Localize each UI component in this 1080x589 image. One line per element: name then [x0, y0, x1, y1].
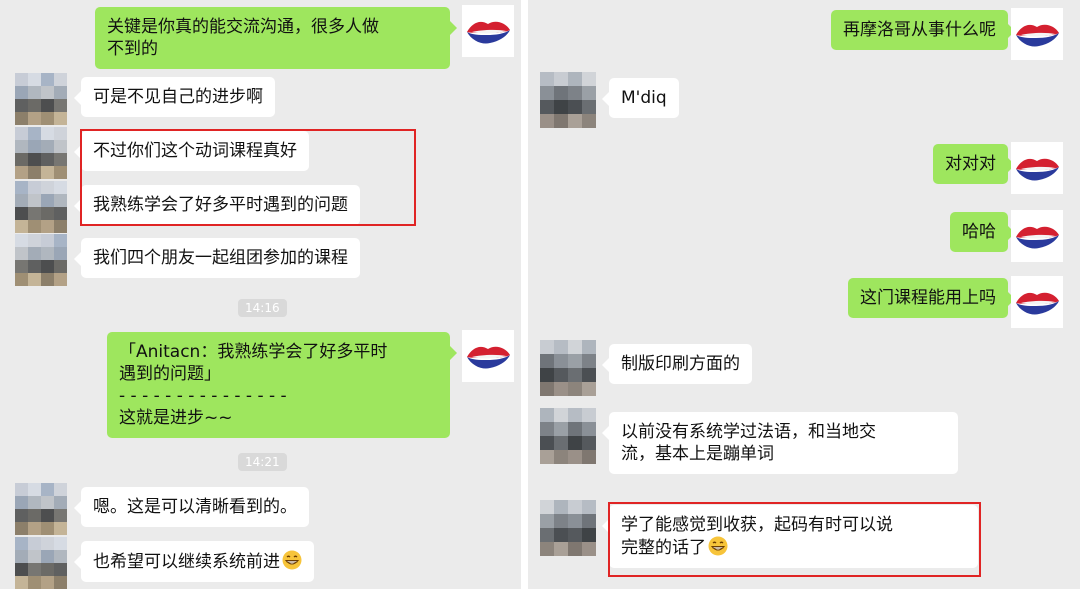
avatar[interactable] — [540, 72, 596, 128]
avatar[interactable] — [540, 500, 596, 556]
right-chat-panel: 再摩洛哥从事什么呢 M'diq 对对对 哈哈 这门课程能用上吗 制版印刷方面的 … — [528, 0, 1080, 589]
message-bubble[interactable]: 再摩洛哥从事什么呢 — [831, 10, 1015, 50]
message-bubble[interactable]: 「Anitacn：我熟练学会了好多平时 遇到的问题」 - - - - - - -… — [107, 332, 457, 438]
avatar[interactable] — [15, 127, 67, 179]
message-text: 也希望可以继续系统前进 — [93, 552, 280, 572]
message-bubble[interactable]: M'diq — [602, 78, 679, 118]
lips-icon[interactable] — [1011, 276, 1063, 328]
lips-icon[interactable] — [1011, 210, 1063, 262]
message-bubble[interactable]: 可是不见自己的进步啊 — [74, 77, 275, 117]
message-bubble[interactable]: 哈哈 — [950, 212, 1015, 252]
avatar[interactable] — [15, 483, 67, 535]
message-bubble[interactable]: 制版印刷方面的 — [602, 344, 752, 384]
avatar[interactable] — [15, 73, 67, 125]
lips-icon[interactable] — [462, 330, 514, 382]
highlight-box — [608, 502, 981, 577]
message-bubble[interactable]: 嗯。这是可以清晰看到的。 — [74, 487, 309, 527]
message-bubble[interactable]: 也希望可以继续系统前进 — [74, 541, 314, 582]
message-bubble[interactable]: 关键是你真的能交流沟通，很多人做 不到的 — [95, 7, 457, 69]
timestamp: 14:21 — [238, 453, 287, 471]
message-bubble[interactable]: 这门课程能用上吗 — [848, 278, 1015, 318]
avatar[interactable] — [540, 340, 596, 396]
lips-icon[interactable] — [1011, 8, 1063, 60]
left-chat-panel: 关键是你真的能交流沟通，很多人做 不到的 可是不见自己的进步啊 不过你们这个动词… — [0, 0, 521, 589]
lips-icon[interactable] — [1011, 142, 1063, 194]
avatar[interactable] — [540, 408, 596, 464]
avatar[interactable] — [15, 234, 67, 286]
message-bubble[interactable]: 我们四个朋友一起组团参加的课程 — [74, 238, 360, 278]
message-bubble[interactable]: 对对对 — [933, 144, 1015, 184]
panel-divider — [521, 0, 528, 589]
highlight-box — [80, 129, 416, 226]
timestamp: 14:16 — [238, 299, 287, 317]
grinning-face-emoji-icon — [282, 550, 302, 570]
lips-icon[interactable] — [462, 5, 514, 57]
message-bubble[interactable]: 以前没有系统学过法语，和当地交 流，基本上是蹦单词 — [602, 412, 958, 474]
avatar[interactable] — [15, 181, 67, 233]
avatar[interactable] — [15, 537, 67, 589]
